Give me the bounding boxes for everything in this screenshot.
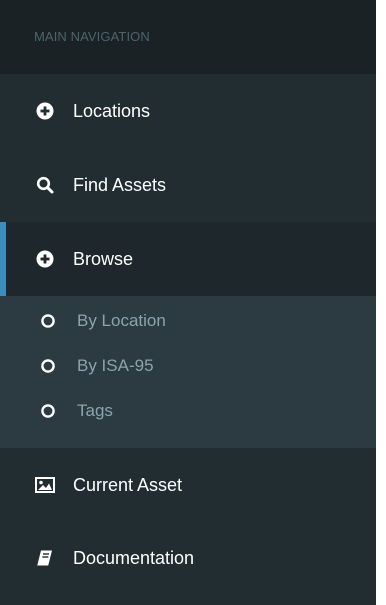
circle-outline-icon — [39, 402, 57, 420]
circle-outline-icon — [39, 357, 57, 375]
sidebar-item-label: Browse — [73, 248, 134, 269]
plus-circle-icon — [35, 249, 55, 269]
submenu-item-by-location[interactable]: By Location — [0, 298, 376, 343]
circle-outline-icon — [39, 312, 57, 330]
sidebar-item-label: Current Asset — [73, 474, 183, 495]
sidebar-item-label: Documentation — [73, 547, 195, 568]
browse-submenu: By Location By ISA-95 Tags — [0, 296, 376, 448]
sidebar-item-label: Locations — [73, 100, 151, 121]
submenu-item-by-isa-95[interactable]: By ISA-95 — [0, 343, 376, 388]
submenu-item-tags[interactable]: Tags — [0, 388, 376, 433]
sidebar-item-browse[interactable]: Browse — [0, 222, 376, 296]
main-navigation-header: MAIN NAVIGATION — [0, 0, 376, 74]
sidebar-item-documentation[interactable]: Documentation — [0, 522, 376, 594]
sidebar-item-label: Find Assets — [73, 174, 167, 195]
submenu-item-label: By Location — [77, 310, 166, 330]
search-icon — [35, 175, 55, 195]
sidebar-item-current-asset[interactable]: Current Asset — [0, 448, 376, 522]
submenu-item-label: Tags — [77, 400, 113, 420]
plus-circle-icon — [35, 101, 55, 121]
sidebar-navigation: MAIN NAVIGATION Locations Find Assets Br… — [0, 0, 376, 605]
image-icon — [35, 475, 55, 495]
sidebar-item-locations[interactable]: Locations — [0, 74, 376, 148]
sidebar-item-find-assets[interactable]: Find Assets — [0, 148, 376, 222]
submenu-item-label: By ISA-95 — [77, 355, 154, 375]
book-icon — [35, 548, 55, 568]
